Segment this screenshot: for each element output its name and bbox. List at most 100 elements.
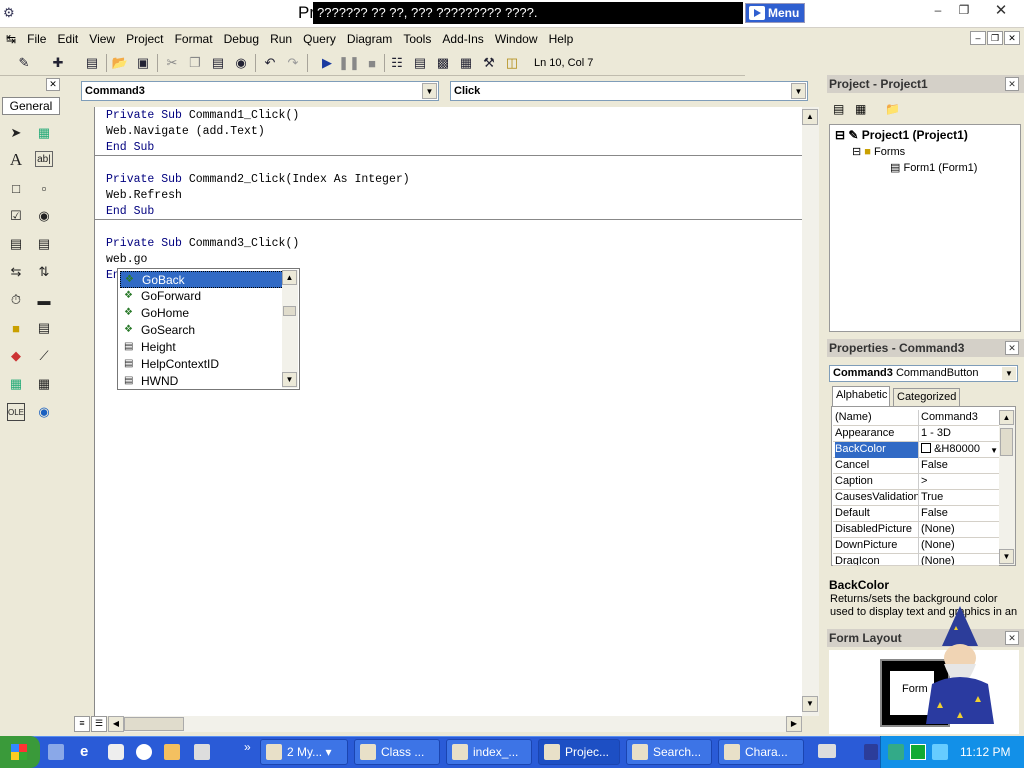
property-row[interactable]: DisabledPicture (None) <box>833 522 999 538</box>
scroll-thumb[interactable] <box>283 306 296 316</box>
menu-query[interactable]: Query <box>299 29 340 46</box>
timer-tool-icon[interactable]: ⏱ <box>7 291 25 309</box>
scroll-thumb[interactable] <box>1000 428 1013 456</box>
copy-icon[interactable]: ❐ <box>187 55 203 71</box>
optionbutton-tool-icon[interactable]: ◉ <box>35 207 53 225</box>
hscrollbar-tool-icon[interactable]: ⇆ <box>7 263 25 281</box>
menu-view[interactable]: View <box>85 29 119 46</box>
paste-icon[interactable]: ▤ <box>210 55 226 71</box>
image-tool-icon[interactable]: ▦ <box>7 375 25 393</box>
quicklaunch-ie-icon[interactable]: e <box>80 744 96 760</box>
textbox-tool-icon[interactable]: ab| <box>35 151 53 167</box>
ole-tool-icon[interactable]: OLE <box>7 403 25 421</box>
quicklaunch-explorer-icon[interactable] <box>48 744 64 760</box>
undo-icon[interactable]: ↶ <box>262 55 278 71</box>
full-module-view-button[interactable]: ☰ <box>91 716 107 732</box>
taskbar-item[interactable]: 2 My... ▾ <box>260 739 348 765</box>
taskbar-item[interactable]: Projec... <box>538 739 620 765</box>
list-item[interactable]: ❖ GoSearch <box>120 322 284 339</box>
chevron-down-icon[interactable]: ▼ <box>422 83 437 99</box>
cut-icon[interactable]: ✂ <box>164 55 180 71</box>
end-icon[interactable]: ■ <box>364 55 380 71</box>
scroll-up-icon[interactable]: ▲ <box>282 270 297 285</box>
add-project-icon[interactable]: ✎ <box>16 55 32 71</box>
vscrollbar-tool-icon[interactable]: ⇅ <box>35 263 53 281</box>
property-row[interactable]: (Name) Command3 <box>833 410 999 426</box>
close-icon[interactable]: ✕ <box>1005 631 1019 645</box>
minimize-button[interactable]: – <box>927 2 949 20</box>
menu-edit[interactable]: Edit <box>54 29 83 46</box>
break-icon[interactable]: ❚❚ <box>338 55 360 71</box>
frame-tool-icon[interactable]: □ <box>7 179 25 197</box>
chevron-down-icon[interactable]: ▼ <box>1002 367 1016 380</box>
property-row[interactable]: DragIcon (None) <box>833 554 999 566</box>
menu-diagram[interactable]: Diagram <box>343 29 396 46</box>
intellisense-list[interactable]: ❖ GoBack ❖ GoForward ❖ GoHome ❖ GoSearch ▤ He… <box>117 268 300 390</box>
procedure-combo[interactable]: Click ▼ <box>450 81 808 101</box>
taskbar-item[interactable]: Class ... <box>354 739 440 765</box>
list-item[interactable]: ❖ GoHome <box>120 305 284 322</box>
drivelist-tool-icon[interactable]: ▬ <box>35 291 53 309</box>
line-tool-icon[interactable]: ⟋ <box>35 347 53 365</box>
webbrowser-tool-icon[interactable]: ◉ <box>35 403 53 421</box>
banner-menu-button[interactable]: Menu <box>745 3 805 23</box>
listbox-tool-icon[interactable]: ▤ <box>35 235 53 253</box>
app-icon[interactable]: ⚙ <box>3 5 19 21</box>
list-scrollbar[interactable]: ▲ ▼ <box>282 270 298 388</box>
taskbar-item[interactable]: index_... <box>446 739 532 765</box>
office-assistant-wizard[interactable] <box>920 606 1000 726</box>
list-item[interactable]: ▤ Height <box>120 339 284 356</box>
property-row[interactable]: Appearance 1 - 3D <box>833 426 999 442</box>
toolbox-close-icon[interactable]: ✕ <box>46 78 60 91</box>
tab-categorized[interactable]: Categorized <box>893 388 960 406</box>
mdi-restore-button[interactable]: ❐ <box>987 31 1003 45</box>
label-tool-icon[interactable]: A <box>7 150 25 169</box>
start-button[interactable] <box>0 736 40 768</box>
scroll-down-icon[interactable]: ▼ <box>802 696 818 712</box>
commandbutton-tool-icon[interactable]: ▫ <box>35 179 53 197</box>
menu-debug[interactable]: Debug <box>220 29 263 46</box>
open-icon[interactable]: 📂 <box>112 55 128 71</box>
quicklaunch-mediaplayer-icon[interactable] <box>136 744 152 760</box>
scroll-up-icon[interactable]: ▲ <box>802 109 818 125</box>
property-row[interactable]: Cancel False <box>833 458 999 474</box>
tree-node-form1[interactable]: ▤ Form1 (Form1) <box>890 161 977 174</box>
menu-run[interactable]: Run <box>266 29 296 46</box>
menu-file[interactable]: File <box>23 29 50 46</box>
tray-image-icon[interactable] <box>888 744 904 760</box>
save-icon[interactable]: ▣ <box>135 55 151 71</box>
close-icon[interactable]: ✕ <box>1005 77 1019 91</box>
tree-node-forms[interactable]: ⊟ ■ Forms <box>852 145 905 158</box>
close-icon[interactable]: ✕ <box>1005 341 1019 355</box>
menu-editor-icon[interactable]: ▤ <box>84 55 100 71</box>
menu-help[interactable]: Help <box>545 29 578 46</box>
chevron-down-icon[interactable]: ▼ <box>990 443 998 458</box>
menu-doc-icon[interactable]: ↹ <box>0 29 20 46</box>
code-horizontal-scrollbar[interactable]: ◀ ▶ <box>108 716 802 732</box>
view-object-icon[interactable]: ▦ <box>855 102 871 116</box>
dirlist-tool-icon[interactable]: ■ <box>7 319 25 337</box>
scroll-right-icon[interactable]: ▶ <box>786 716 802 732</box>
procedure-view-button[interactable]: ≡ <box>74 716 90 732</box>
object-combo[interactable]: Command3 ▼ <box>81 81 439 101</box>
list-item[interactable]: ▤ HelpContextID <box>120 356 284 373</box>
combobox-tool-icon[interactable]: ▤ <box>7 235 25 253</box>
chevron-down-icon[interactable]: ▼ <box>791 83 806 99</box>
toolbox-icon[interactable]: ⚒ <box>481 55 497 71</box>
toolbox-tab-general[interactable]: General <box>2 97 60 115</box>
checkbox-tool-icon[interactable]: ☑ <box>7 207 25 225</box>
form-layout-icon[interactable]: ▩ <box>435 55 451 71</box>
list-item[interactable]: ▤ HWND <box>120 373 284 390</box>
data-tool-icon[interactable]: ▦ <box>35 375 53 393</box>
picturebox-tool-icon[interactable]: ▦ <box>35 124 53 142</box>
object-browser-icon[interactable]: ▦ <box>458 55 474 71</box>
list-item[interactable]: ❖ GoForward <box>120 288 284 305</box>
tray-app-icon[interactable] <box>910 744 926 760</box>
filelist-tool-icon[interactable]: ▤ <box>35 319 53 337</box>
scroll-down-icon[interactable]: ▼ <box>282 372 297 387</box>
scroll-up-icon[interactable]: ▲ <box>999 410 1014 425</box>
start-icon[interactable]: ▶ <box>319 55 335 71</box>
property-row[interactable]: Caption > <box>833 474 999 490</box>
property-row[interactable]: CausesValidation True <box>833 490 999 506</box>
property-row[interactable]: BackColor &H80000 ▼ <box>833 442 999 458</box>
